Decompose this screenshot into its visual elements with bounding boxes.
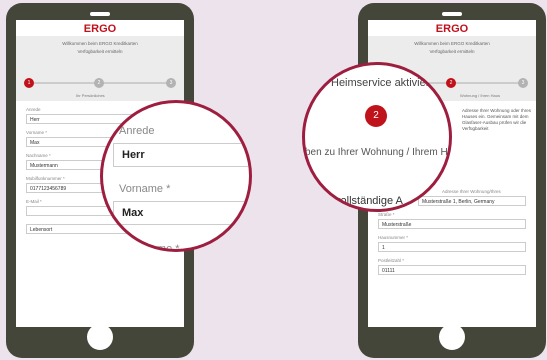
postcode-field[interactable]: 01111	[378, 265, 526, 275]
step-label: Wohnung / Ihren Haus	[460, 93, 500, 98]
zoom-firstname-field[interactable]: Max	[113, 201, 249, 225]
zoom-salutation-label: Anrede	[119, 125, 155, 137]
street-label: Straße *	[378, 212, 395, 217]
progress-steps: 1 2 3 Ihr Persönliches	[16, 71, 184, 101]
zoom-step-2[interactable]: 2	[365, 105, 387, 127]
postcode-label: Postleitzahl *	[378, 258, 405, 263]
banner: Willkommen beim ERGO Kreditkarten Verfüg…	[16, 36, 184, 71]
housenumber-label: Hausnummer *	[378, 235, 409, 240]
home-button	[87, 324, 113, 350]
zoom-magnifier: Heimservice aktiviert 2 ben zu Ihrer Woh…	[302, 62, 452, 212]
address-field[interactable]: Musterstraße 1, Berlin, Germany	[418, 196, 526, 206]
ergo-logo: ERGO	[83, 23, 117, 35]
banner-title: Willkommen beim ERGO Kreditkarten	[414, 41, 490, 46]
speaker	[442, 12, 462, 16]
step-1[interactable]: 1	[24, 78, 34, 88]
zoom-magnifier: Anrede Herr Vorname * Max Nachname *	[100, 100, 252, 252]
zoom-salutation-field[interactable]: Herr	[113, 143, 249, 167]
banner-title: Willkommen beim ERGO Kreditkarten	[62, 41, 138, 46]
banner-subtitle: Verfügbarkeit ermitteln	[429, 49, 475, 54]
street-field[interactable]: Musterstraße	[378, 219, 526, 229]
housenumber-field[interactable]: 1	[378, 242, 526, 252]
speaker	[90, 12, 110, 16]
zoom-bottom-text: Ihre vollständige A	[313, 195, 403, 207]
zoom-firstname-label: Vorname *	[119, 183, 171, 195]
banner-subtitle: Verfügbarkeit ermitteln	[77, 49, 123, 54]
step-label: Ihr Persönliches	[76, 93, 105, 98]
step-3[interactable]: 3	[166, 78, 176, 88]
step-2[interactable]: 2	[446, 78, 456, 88]
home-button	[439, 324, 465, 350]
ergo-logo: ERGO	[435, 23, 469, 35]
step-2[interactable]: 2	[94, 78, 104, 88]
address-info-text: Adresse Ihrer Wohnung oder Ihres Hauses …	[462, 108, 531, 131]
zoom-subtitle: ben zu Ihrer Wohnung / Ihrem H	[305, 147, 448, 158]
step-3[interactable]: 3	[518, 78, 528, 88]
zoom-title: Heimservice aktiviert	[331, 77, 433, 89]
